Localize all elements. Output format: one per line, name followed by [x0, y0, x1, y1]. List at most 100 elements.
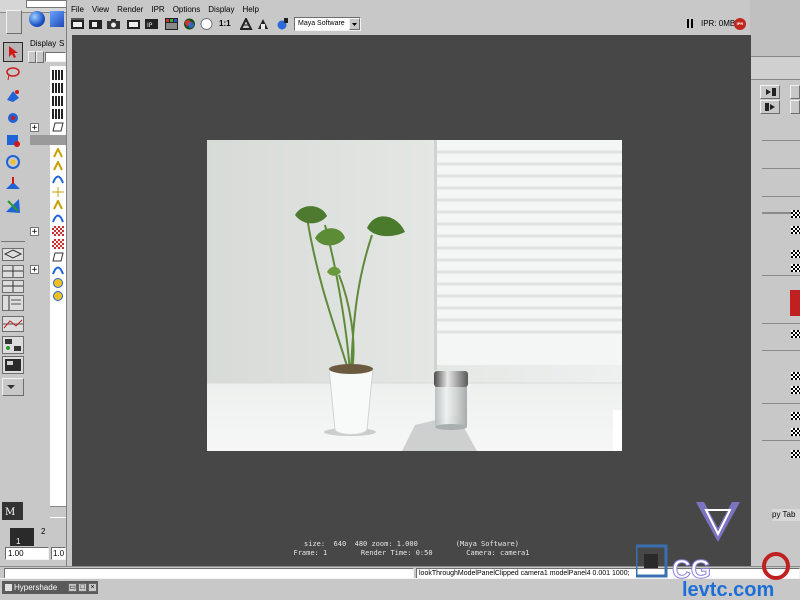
- select-tool-icon[interactable]: [3, 42, 23, 62]
- menu-file[interactable]: File: [67, 4, 88, 16]
- ipr-render-icon[interactable]: IP: [144, 17, 159, 31]
- light-node-icon[interactable]: [52, 198, 64, 210]
- sphere-node-icon[interactable]: [52, 291, 64, 301]
- outliner-scroll-right-button[interactable]: [36, 51, 44, 63]
- red-shelf-icon[interactable]: [790, 290, 800, 316]
- checker-icon[interactable]: [791, 210, 800, 218]
- show-menu[interactable]: S: [59, 39, 64, 49]
- sphere-shelf-icon[interactable]: [29, 11, 45, 27]
- last-tool-icon[interactable]: [3, 196, 23, 216]
- camera-node-icon[interactable]: [52, 96, 64, 106]
- checker-icon[interactable]: [791, 372, 800, 380]
- plane-node-icon[interactable]: [52, 122, 64, 132]
- outliner-list[interactable]: [30, 66, 66, 518]
- camera-node-icon[interactable]: [52, 83, 64, 93]
- plane-node-icon[interactable]: [52, 252, 64, 262]
- display-menu[interactable]: Display: [30, 39, 56, 49]
- graph-layout-icon[interactable]: [2, 316, 24, 332]
- menu-options[interactable]: Options: [169, 4, 205, 16]
- ipr-badge-icon[interactable]: IPR: [734, 18, 746, 30]
- render-layout-icon[interactable]: [2, 356, 24, 374]
- four-view-layout-icon[interactable]: [2, 265, 24, 278]
- render-canvas[interactable]: size: 640 480 zoom: 1.000 (Maya Software…: [72, 35, 751, 566]
- outliner-filter-field[interactable]: [45, 52, 66, 62]
- render-region-icon[interactable]: [88, 17, 103, 31]
- hypershade-title: Hypershade: [14, 583, 58, 592]
- sphere-node-icon[interactable]: [52, 278, 64, 288]
- remove-image-icon[interactable]: [256, 17, 271, 31]
- camera-node-icon[interactable]: [52, 109, 64, 119]
- renderer-dropdown[interactable]: Maya Software: [294, 17, 361, 31]
- locator-node-icon[interactable]: [52, 187, 64, 197]
- grid-layout-icon[interactable]: [2, 280, 24, 293]
- maya-logo-icon: M: [2, 502, 23, 520]
- paint-select-tool-icon[interactable]: [3, 86, 23, 106]
- manipulator-tool-icon[interactable]: [3, 174, 23, 194]
- export-button-icon[interactable]: [760, 100, 780, 114]
- mesh-node-icon[interactable]: [52, 239, 64, 249]
- scale-tool-icon[interactable]: [3, 152, 23, 172]
- pause-icon[interactable]: [687, 19, 694, 28]
- side-button[interactable]: [790, 85, 800, 99]
- redo-render-icon[interactable]: [70, 17, 85, 31]
- real-size-button[interactable]: 1:1: [219, 18, 231, 30]
- range-start-field[interactable]: 1.00: [5, 547, 49, 560]
- menu-view[interactable]: View: [88, 4, 113, 16]
- divider: [762, 168, 800, 169]
- snapshot-icon[interactable]: [106, 17, 121, 31]
- maximize-button[interactable]: □: [78, 583, 87, 592]
- hypershade-layout-icon[interactable]: [2, 336, 24, 354]
- curve-node-icon[interactable]: [52, 213, 64, 223]
- checker-icon[interactable]: [791, 264, 800, 272]
- chevron-down-icon[interactable]: [349, 18, 360, 30]
- menu-render[interactable]: Render: [113, 4, 147, 16]
- divider: [762, 196, 800, 197]
- selected-camera-node-icon[interactable]: [30, 135, 66, 145]
- hypershade-minimized-window[interactable]: Hypershade ▭ □ ×: [2, 581, 98, 594]
- checker-icon[interactable]: [791, 250, 800, 258]
- cube-shelf-icon[interactable]: [50, 11, 64, 27]
- import-button-icon[interactable]: [760, 85, 780, 99]
- color-channels-icon[interactable]: [164, 17, 179, 31]
- outliner-scrollbar[interactable]: [50, 506, 66, 517]
- checker-icon[interactable]: [791, 450, 800, 458]
- layout-toggle-button[interactable]: [6, 10, 22, 34]
- checker-icon[interactable]: [791, 428, 800, 436]
- range-end-field[interactable]: 1.0: [51, 547, 66, 560]
- current-frame-marker[interactable]: 1: [10, 528, 34, 546]
- render-globals-icon[interactable]: [275, 17, 290, 31]
- watermark-site-text: levtc.com: [682, 579, 774, 598]
- rgb-channel-icon[interactable]: [182, 17, 197, 31]
- checker-icon[interactable]: [791, 226, 800, 234]
- restore-button[interactable]: ▭: [68, 583, 77, 592]
- expand-icon[interactable]: +: [30, 227, 39, 237]
- checker-icon[interactable]: [791, 412, 800, 420]
- single-view-layout-icon[interactable]: [2, 248, 24, 261]
- camera-node-icon[interactable]: [52, 70, 64, 80]
- rotate-tool-icon[interactable]: [3, 130, 23, 150]
- menu-display[interactable]: Display: [204, 4, 238, 16]
- checker-icon[interactable]: [791, 330, 800, 338]
- divider: [762, 350, 800, 351]
- render-sequence-icon[interactable]: [126, 17, 141, 31]
- outliner-layout-icon[interactable]: [2, 295, 24, 311]
- checker-icon[interactable]: [791, 386, 800, 394]
- menu-help[interactable]: Help: [239, 4, 263, 16]
- light-node-icon[interactable]: [52, 146, 64, 158]
- mesh-node-icon[interactable]: [52, 226, 64, 236]
- alpha-channel-icon[interactable]: [199, 17, 214, 31]
- layout-menu-button[interactable]: [2, 378, 24, 396]
- move-tool-icon[interactable]: [3, 108, 23, 128]
- expand-icon[interactable]: +: [30, 265, 39, 275]
- render-view-toolbar: IP 1:1 Maya Software IPR: 0MB IPR: [67, 16, 751, 33]
- light-node-icon[interactable]: [52, 159, 64, 171]
- expand-icon[interactable]: +: [30, 123, 39, 133]
- curve-node-icon[interactable]: [52, 174, 64, 184]
- menu-ipr[interactable]: IPR: [147, 4, 168, 16]
- curve-node-icon[interactable]: [52, 265, 64, 275]
- keep-image-icon[interactable]: [239, 17, 254, 31]
- close-button[interactable]: ×: [88, 583, 97, 592]
- lasso-tool-icon[interactable]: [3, 64, 23, 84]
- side-button[interactable]: [790, 100, 800, 114]
- outliner-scroll-left-button[interactable]: [28, 51, 36, 63]
